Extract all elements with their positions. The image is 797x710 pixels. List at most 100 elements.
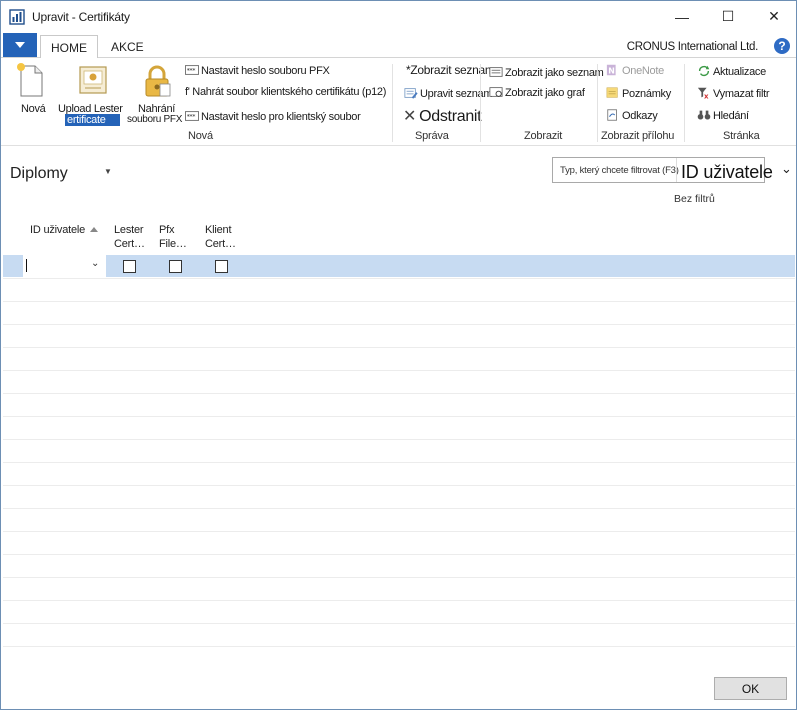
onenote-label: OneNote — [622, 65, 664, 77]
clear-filter-icon: x — [697, 87, 709, 99]
ribbon-separator — [480, 64, 481, 142]
grid-row-divider — [3, 646, 795, 647]
tab-home[interactable]: HOME — [40, 35, 98, 59]
binoculars-icon — [697, 110, 711, 120]
ribbon-separator — [597, 64, 598, 142]
grid-row-divider — [3, 600, 795, 601]
chevron-down-icon[interactable]: ⌄ — [91, 258, 99, 269]
links-button[interactable]: Odkazy — [606, 109, 658, 122]
clear-filter-label: Vymazat filtr — [713, 88, 770, 100]
filter-field-select[interactable]: ID uživatele — [681, 162, 773, 183]
app-logo-icon — [9, 9, 25, 25]
column-header-client-cert[interactable]: Klient Cert… — [205, 223, 236, 251]
grid-row-divider — [3, 301, 795, 302]
chart-view-icon — [489, 87, 503, 97]
tab-akce[interactable]: AKCE — [101, 35, 154, 58]
grid-row-divider — [3, 439, 795, 440]
column-header-label: ID uživatele — [30, 224, 86, 236]
edit-list-button[interactable]: Upravit seznam — [404, 87, 493, 100]
column-header-lester-cert[interactable]: Lester Cert… — [114, 223, 145, 251]
pfx-file-checkbox[interactable] — [169, 260, 182, 273]
delete-button[interactable]: ✕ Odstranit — [403, 106, 482, 126]
app-menu-button[interactable] — [3, 33, 37, 57]
user-id-input[interactable]: ⌄ — [23, 255, 107, 277]
svg-text:x: x — [704, 92, 709, 99]
column-header-pfx-file[interactable]: Pfx File… — [159, 223, 187, 251]
filter-field-chevron-down-icon[interactable]: ⌄ — [781, 161, 792, 177]
set-pfx-password-button[interactable]: *** Nastavit heslo souboru PFX — [185, 64, 330, 77]
set-client-password-button[interactable]: *** Nastavit heslo pro klientský soubor — [185, 110, 361, 123]
ribbon-tab-row: HOME AKCE CRONUS International Ltd. ? — [1, 32, 796, 59]
show-list-button[interactable]: *Zobrazit seznam — [406, 63, 495, 77]
page-title-dropdown-icon[interactable]: ▼ — [104, 167, 112, 176]
upload-client-cert-label: f' Nahrát soubor klientského certifikátu… — [185, 86, 387, 98]
set-pfx-password-label: Nastavit heslo souboru PFX — [201, 65, 330, 77]
show-list-label: *Zobrazit seznam — [406, 63, 495, 77]
view-as-list-label: Zobrazit jako seznam — [505, 67, 604, 79]
minimize-button[interactable]: — — [659, 1, 705, 32]
close-button[interactable]: ✕ — [751, 1, 797, 32]
svg-text:***: *** — [187, 114, 196, 121]
refresh-label: Aktualizace — [713, 66, 766, 78]
find-button[interactable]: Hledání — [697, 109, 749, 122]
ribbon-separator — [392, 64, 393, 142]
refresh-button[interactable]: Aktualizace — [697, 65, 766, 78]
text-cursor — [26, 259, 27, 272]
column-header-label: Pfx — [159, 224, 175, 236]
dropdown-arrow-icon — [15, 42, 25, 48]
notes-label: Poznámky — [622, 88, 671, 100]
set-client-password-label: Nastavit heslo pro klientský soubor — [201, 111, 361, 123]
grid-row-divider — [3, 508, 795, 509]
group-label-sprava: Správa — [415, 130, 449, 142]
grid-row-divider — [3, 393, 795, 394]
upload-lester-label-2: ertificate — [65, 114, 120, 126]
grid-row-divider — [3, 370, 795, 371]
new-button[interactable]: Nová — [13, 62, 53, 118]
filter-divider — [676, 158, 677, 182]
clear-filter-button[interactable]: x Vymazat filtr — [697, 87, 770, 100]
column-header-label: Lester — [114, 224, 144, 236]
filter-status: Bez filtrů — [674, 193, 715, 205]
grid-row-divider — [3, 485, 795, 486]
upload-pfx-label-2: souboru PFX — [127, 114, 183, 125]
table-row[interactable] — [3, 255, 795, 277]
app-window: Upravit - Certifikáty — ☐ ✕ HOME AKCE CR… — [0, 0, 797, 710]
delete-x-icon: ✕ — [403, 108, 417, 125]
client-cert-checkbox[interactable] — [215, 260, 228, 273]
view-as-chart-label: Zobrazit jako graf — [505, 87, 585, 99]
lock-icon — [145, 65, 171, 97]
svg-text:***: *** — [187, 68, 196, 75]
filter-placeholder: Typ, který chcete filtrovat (F3) — [560, 165, 679, 176]
lester-cert-checkbox[interactable] — [123, 260, 136, 273]
view-as-list-button[interactable]: Zobrazit jako seznam — [489, 66, 604, 79]
maximize-button[interactable]: ☐ — [705, 1, 751, 32]
column-header-label: Cert… — [114, 238, 145, 250]
new-document-icon — [17, 63, 43, 97]
view-as-chart-button[interactable]: Zobrazit jako graf — [489, 86, 585, 99]
grid-row-divider — [3, 347, 795, 348]
grid-row-divider — [3, 462, 795, 463]
password-icon: *** — [185, 65, 199, 75]
onenote-button[interactable]: N OneNote — [606, 64, 664, 77]
upload-client-cert-button[interactable]: f' Nahrát soubor klientského certifikátu… — [185, 86, 386, 98]
ok-button[interactable]: OK — [714, 677, 787, 700]
help-icon[interactable]: ? — [774, 38, 790, 54]
window-title: Upravit - Certifikáty — [32, 10, 130, 24]
upload-pfx-file-button[interactable]: Nahrání souboru PFX — [127, 62, 187, 125]
sort-ascending-icon — [90, 227, 99, 232]
group-label-priloha: Zobrazit přílohu — [601, 130, 675, 142]
column-header-label: Cert… — [205, 238, 236, 250]
company-name[interactable]: CRONUS International Ltd. — [627, 41, 759, 53]
grid-row-divider — [3, 416, 795, 417]
page-title: Diplomy — [10, 165, 68, 182]
column-header-user-id[interactable]: ID uživatele — [30, 223, 99, 237]
ribbon: Nová Upload Lester ertificate Nahrání so… — [1, 58, 796, 146]
ribbon-separator — [684, 64, 685, 142]
edit-list-label: Upravit seznam — [420, 88, 493, 100]
grid-row-divider — [3, 531, 795, 532]
upload-lester-certificate-button[interactable]: Upload Lester ertificate — [57, 62, 129, 126]
notes-button[interactable]: Poznámky — [606, 87, 671, 100]
new-button-label: Nová — [21, 103, 46, 115]
edit-list-icon — [404, 88, 418, 99]
grid-row-divider — [3, 324, 795, 325]
